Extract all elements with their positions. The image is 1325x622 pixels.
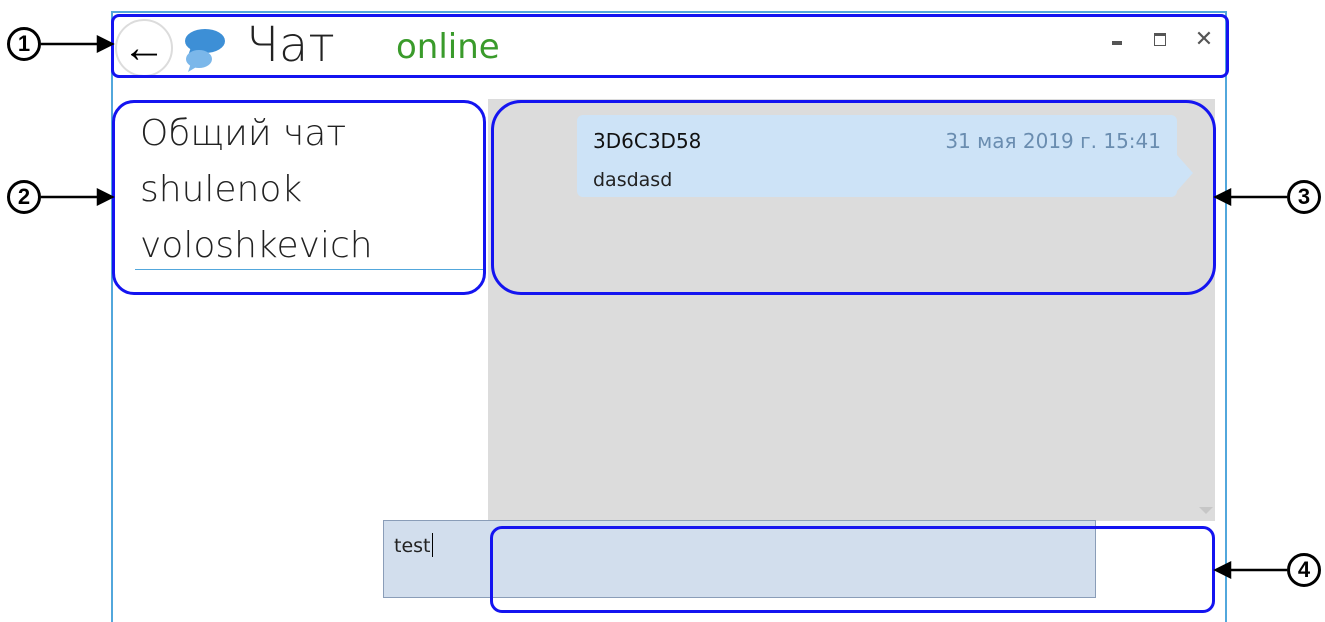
annotation-box-2 <box>112 100 486 295</box>
message-input-value: test <box>394 535 431 557</box>
text-caret <box>431 533 433 557</box>
callout-3: 3 <box>1287 180 1321 214</box>
annotation-box-3 <box>491 100 1216 295</box>
annotation-box-4 <box>490 526 1215 613</box>
annotation-box-1 <box>111 14 1229 78</box>
callout-4: 4 <box>1287 553 1321 587</box>
scroll-down-icon[interactable] <box>1199 507 1213 514</box>
callout-1: 1 <box>7 27 41 61</box>
callout-2: 2 <box>7 180 41 214</box>
